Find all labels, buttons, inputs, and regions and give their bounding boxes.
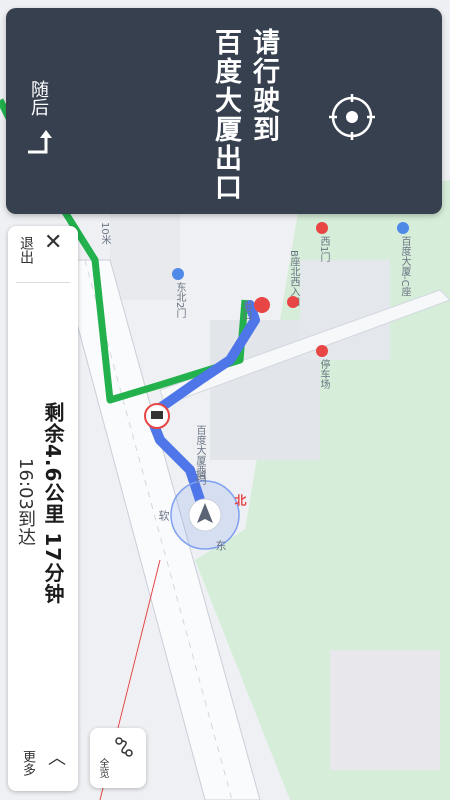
turn-left-arrow-icon — [28, 130, 52, 154]
divider — [16, 282, 70, 283]
trip-info-panel: ✕ 退出 剩余4.6公里 17分钟 16:03到达 ︿ 更多 — [8, 226, 78, 791]
close-icon: ✕ — [44, 230, 63, 255]
map-label-parking: 停车场 — [318, 359, 329, 389]
exit-marker-icon — [254, 297, 270, 313]
instruction-text: 请行驶到 — [248, 28, 279, 144]
arrival-time: 16:03到达 — [15, 458, 36, 546]
remaining-distance-time: 剩余4.6公里 17分钟 — [41, 402, 65, 605]
map-label-exit: 出口 — [240, 300, 251, 320]
map-label-baidu-building-c: 百度大厦-C座 — [399, 236, 410, 297]
map-label-east-north-gate: 东北2门 — [174, 282, 185, 319]
building — [330, 650, 440, 770]
route-overview-button[interactable]: 全览 — [90, 728, 146, 788]
map-scale-label: 10米 — [99, 222, 110, 245]
destination-name: 百度大厦出口 — [210, 28, 241, 202]
road-label: 道 — [194, 470, 207, 481]
more-label: 更多 — [20, 750, 35, 776]
exit-button[interactable]: ✕ 退出 — [8, 226, 78, 282]
map-label-west-gate: 西1门 — [318, 236, 329, 263]
road-label: 软 — [157, 510, 170, 521]
building — [110, 210, 180, 300]
more-button[interactable]: ︿ 更多 — [8, 736, 78, 791]
then-label: 随后 — [28, 80, 49, 116]
poi-marker-icon[interactable] — [316, 345, 328, 357]
overview-label: 全览 — [97, 758, 108, 778]
poi-marker-icon[interactable] — [287, 296, 299, 308]
exit-label: 退出 — [18, 236, 34, 264]
chevron-up-icon: ︿ — [48, 748, 66, 769]
route-overview-icon — [115, 737, 133, 757]
road-label: 东 — [214, 540, 227, 551]
poi-marker-icon[interactable] — [316, 222, 328, 234]
location-target-icon — [329, 94, 375, 140]
poi-marker-icon[interactable] — [397, 222, 409, 234]
poi-marker-icon[interactable] — [172, 268, 184, 280]
navigation-instruction-panel: 请行驶到 百度大厦出口 随后 — [6, 8, 442, 214]
compass-north-label: 北 — [233, 494, 247, 506]
